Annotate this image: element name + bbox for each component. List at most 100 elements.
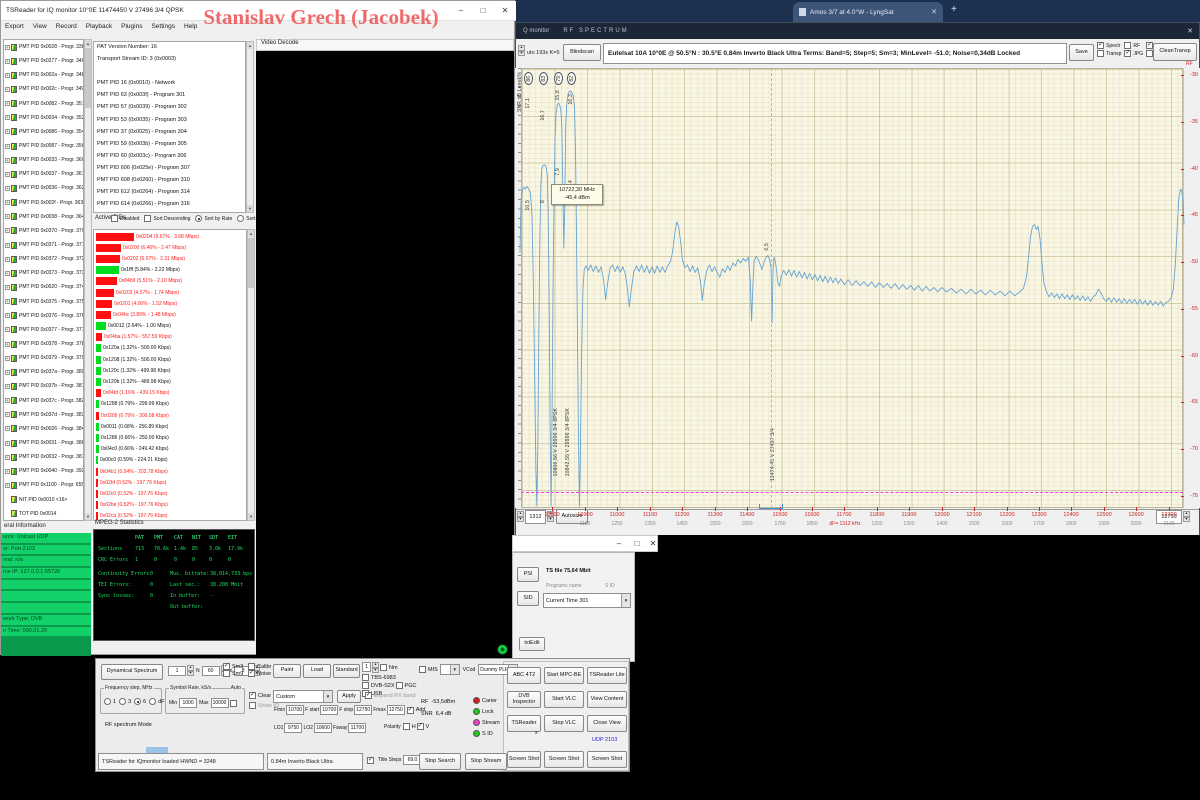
expand-icon[interactable]: + (5, 285, 10, 290)
tree-item[interactable]: +PMT PID 0x0379 - Progr. 379 (4, 351, 83, 365)
expand-icon[interactable]: + (5, 200, 10, 205)
expand-icon[interactable]: + (5, 384, 10, 389)
expand-icon[interactable]: + (5, 455, 10, 460)
pid-row[interactable]: 0x0205 (0.79% - 300.08 Kbps) (94, 410, 246, 421)
pid-row[interactable]: 0x02bf (0.52% - 197.76 Kbps) (94, 477, 246, 488)
fmax-value[interactable]: 12750 (1156, 510, 1182, 524)
expand-icon[interactable]: + (5, 172, 10, 177)
expand-icon[interactable]: + (5, 243, 10, 248)
tree-item[interactable]: +PMT PID 0x0086 - Progr. 354 (4, 125, 83, 139)
expand-icon[interactable]: + (5, 59, 10, 64)
check-jpg[interactable]: ✓JPG (1124, 50, 1143, 57)
tree-item[interactable]: +PMT PID 0x002a - Progr. 348 (4, 68, 83, 82)
menu-item-view[interactable]: View (33, 23, 47, 30)
screenshot-button[interactable]: Screen Shot (544, 751, 584, 768)
program-combo[interactable]: Current Time 301▼ (543, 593, 631, 608)
tree-item[interactable]: +PMT PID 0x0028 - Progr. 338 (4, 40, 83, 54)
check-spectr[interactable]: ✓Spectr (1097, 42, 1121, 49)
menu-item-record[interactable]: Record (56, 23, 77, 30)
expand-icon[interactable]: + (5, 426, 10, 431)
tree-item[interactable]: +PMT PID 0x0378 - Progr. 378 (4, 337, 83, 351)
pid-row[interactable]: 0x0203 (4.57% - 1.74 Mbps) (94, 287, 246, 298)
tree-item[interactable]: +PMT PID 0x0034 - Progr. 352 (4, 111, 83, 125)
tree-item[interactable]: +PMT PID 0x0032 - Progr. 387 (4, 450, 83, 464)
expand-icon[interactable]: + (5, 73, 10, 78)
pids-scrollbar[interactable]: ▲▼ (247, 229, 255, 521)
expand-icon[interactable]: + (5, 313, 10, 318)
launcher-stop-vlc[interactable]: Stop VLC (544, 715, 584, 732)
expand-icon[interactable]: + (5, 228, 10, 233)
auto-spinner[interactable]: ▲▼ (518, 45, 525, 56)
maximize-button[interactable]: □ (629, 537, 645, 551)
launcher-abc-4t2[interactable]: ABC 4T2 (507, 667, 541, 684)
tree-item[interactable]: +PMT PID 0x0020 - Progr. 374 (4, 280, 83, 294)
pat-panel[interactable]: PAT Version Number: 16Transport Stream I… (93, 41, 246, 213)
pid-sort-option[interactable]: Disabled (111, 215, 139, 222)
fmax-spinner[interactable]: ▲▼ (1183, 511, 1190, 522)
launcher-start-vlc[interactable]: Start VLC (544, 691, 584, 708)
freq-span-spinner-left[interactable]: ▲▼ (517, 511, 524, 522)
pid-sort-option[interactable]: Sort Descending (144, 215, 190, 222)
launcher-close-view[interactable]: Close View (587, 715, 627, 732)
pat-scrollbar[interactable]: ▲▼ (246, 41, 254, 213)
psi-button[interactable]: PSI (517, 567, 539, 582)
tree-item[interactable]: TOT PID 0x0014 (4, 507, 83, 521)
tree-item[interactable]: +PMT PID 0x0038 - Progr. 364 (4, 210, 83, 224)
expand-icon[interactable]: + (5, 441, 10, 446)
browser-tab[interactable]: Amos 3/7 at 4.0°W - LyngSat ✕ (793, 2, 943, 22)
pid-row[interactable]: 0x1fff (5.84% - 2.22 Mbps) (94, 265, 246, 276)
window-titlebar[interactable]: TSReader for IQ monitor 10°0E 11474450 V… (1, 1, 516, 21)
menu-item-playback[interactable]: Playback (86, 23, 112, 30)
sid-button[interactable]: SID (517, 591, 539, 606)
autosize-button[interactable]: Autosize (556, 509, 588, 524)
expand-icon[interactable]: + (5, 398, 10, 403)
rf-window-titlebar[interactable]: Q monitor RF SPECTRUM ✕ (516, 23, 1199, 39)
tree-item[interactable]: +PMT PID 0x0082 - Progr. 351 (4, 97, 83, 111)
pid-row[interactable]: 0x04b1 (0.54% - 203.78 Kbps) (94, 466, 246, 477)
expand-icon[interactable]: + (5, 144, 10, 149)
tree-item[interactable]: +PMT PID 0x0026 - Progr. 384 (4, 422, 83, 436)
launcher-dvb-inspector[interactable]: DVB Inspector (507, 691, 541, 708)
tree-item[interactable]: +PMT PID 0x002c - Progr. 349 (4, 82, 83, 96)
plot-area[interactable] (521, 68, 1183, 508)
expand-icon[interactable]: + (5, 356, 10, 361)
pid-row[interactable]: 0x0012 (2.64% - 1.00 Mbps) (94, 321, 246, 332)
expand-icon[interactable]: + (5, 342, 10, 347)
pid-row[interactable]: 0x120b (1.32% - 489.98 Kbps) (94, 376, 246, 387)
pid-row[interactable]: 0x04c0 (0.66% - 249.42 Kbps) (94, 444, 246, 455)
pmt-tree[interactable]: +PMT PID 0x0028 - Progr. 338+PMT PID 0x0… (3, 39, 84, 521)
satellite-info-field[interactable]: Eutelsat 10A 10°0E @ 50.5°N : 30.5°E 0.8… (603, 43, 1067, 64)
tree-item[interactable]: +PMT PID 0x037c - Progr. 382 (4, 394, 83, 408)
pid-row[interactable]: 0x00c0 (0.59% - 224.21 Kbps) (94, 455, 246, 466)
minimize-button[interactable]: – (453, 3, 469, 18)
menu-item-plugins[interactable]: Plugins (121, 23, 142, 30)
pid-row[interactable]: 0x04bf (1.16% - 439.15 Kbps) (94, 388, 246, 399)
tree-item[interactable]: +PMT PID 0x037b - Progr. 381 (4, 379, 83, 393)
txtedit-button[interactable]: txtEdit (519, 637, 545, 651)
pid-row[interactable]: 0x120a (1.32% - 500.00 Kbps) (94, 343, 246, 354)
screenshot-button[interactable]: Screen Shot (507, 751, 541, 768)
cleantransp-button[interactable]: CleanTransp (1153, 43, 1197, 61)
expand-icon[interactable]: + (5, 327, 10, 332)
expand-icon[interactable]: + (5, 412, 10, 417)
active-pids-list[interactable]: 0x0204 (9.67% - 3.68 Mbps)0x0200 (6.46% … (93, 229, 247, 521)
pid-row[interactable]: 0x1288 (0.79% - 299.99 Kbps) (94, 399, 246, 410)
tree-item[interactable]: +PMT PID 0x0037 - Progr. 361 (4, 167, 83, 181)
expand-icon[interactable]: + (5, 299, 10, 304)
tree-item[interactable]: +PMT PID 0x0087 - Progr. 356 (4, 139, 83, 153)
save-button[interactable]: Save (1069, 44, 1094, 61)
tree-item[interactable]: +PMT PID 0x0277 - Progr. 340 (4, 54, 83, 68)
launcher-view-content[interactable]: View Content (587, 691, 627, 708)
tree-item[interactable]: +PMT PID 0x0370 - Progr. 370 (4, 224, 83, 238)
expand-icon[interactable]: + (5, 186, 10, 191)
pid-row[interactable]: 0x04bc (3.89% - 1.48 Mbps) (94, 309, 246, 320)
pid-row[interactable]: 0x04b9 (5.51% - 2.10 Mbps) (94, 276, 246, 287)
close-icon[interactable]: ✕ (1187, 27, 1193, 35)
expand-icon[interactable]: + (5, 129, 10, 134)
tree-item[interactable]: +PMT PID 0x0377 - Progr. 377 (4, 323, 83, 337)
expand-icon[interactable]: + (5, 45, 10, 50)
expand-icon[interactable]: + (5, 214, 10, 219)
pid-sort-option[interactable]: Sort by Rate (195, 215, 232, 222)
pid-row[interactable]: 0x0011 (0.68% - 256.89 Kbps) (94, 421, 246, 432)
tree-item[interactable]: +PMT PID 0x0376 - Progr. 376 (4, 309, 83, 323)
